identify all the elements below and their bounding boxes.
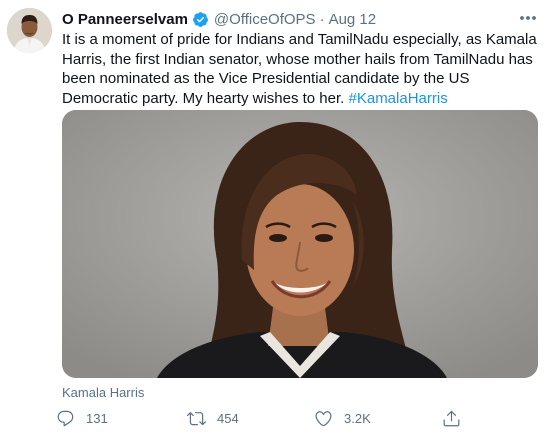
heart-icon — [315, 410, 332, 426]
more-options-icon[interactable] — [518, 10, 538, 26]
tweet-text: It is a moment of pride for Indians and … — [62, 30, 540, 108]
tweet-actions: 131 454 3.2K — [56, 406, 476, 430]
retweet-button[interactable]: 454 — [187, 406, 239, 430]
share-icon — [443, 410, 460, 426]
retweet-count: 454 — [217, 410, 239, 426]
photo-caption: Kamala Harris — [62, 385, 145, 400]
author-name[interactable]: O Panneerselvam — [62, 11, 188, 28]
retweet-icon — [187, 411, 206, 425]
share-button[interactable] — [442, 406, 472, 430]
like-button[interactable]: 3.2K — [314, 406, 371, 430]
reply-icon — [57, 410, 74, 426]
tweet-date[interactable]: Aug 12 — [329, 11, 377, 28]
avatar-image — [7, 8, 52, 53]
tweet-card[interactable]: O Panneerselvam @OfficeOfOPS · Aug 12 It… — [0, 0, 550, 434]
hashtag-link[interactable]: #KamalaHarris — [349, 90, 448, 107]
verified-badge-icon — [192, 11, 209, 28]
avatar[interactable] — [7, 8, 52, 53]
author-handle[interactable]: @OfficeOfOPS — [214, 11, 316, 28]
tweet-header: O Panneerselvam @OfficeOfOPS · Aug 12 — [62, 9, 542, 29]
tweet-text-body: It is a moment of pride for Indians and … — [62, 31, 537, 107]
tweet-photo[interactable] — [62, 110, 538, 378]
portrait-photo — [62, 110, 538, 378]
reply-button[interactable]: 131 — [56, 406, 108, 430]
separator-dot: · — [319, 10, 325, 28]
like-count: 3.2K — [344, 410, 371, 426]
reply-count: 131 — [86, 410, 108, 426]
